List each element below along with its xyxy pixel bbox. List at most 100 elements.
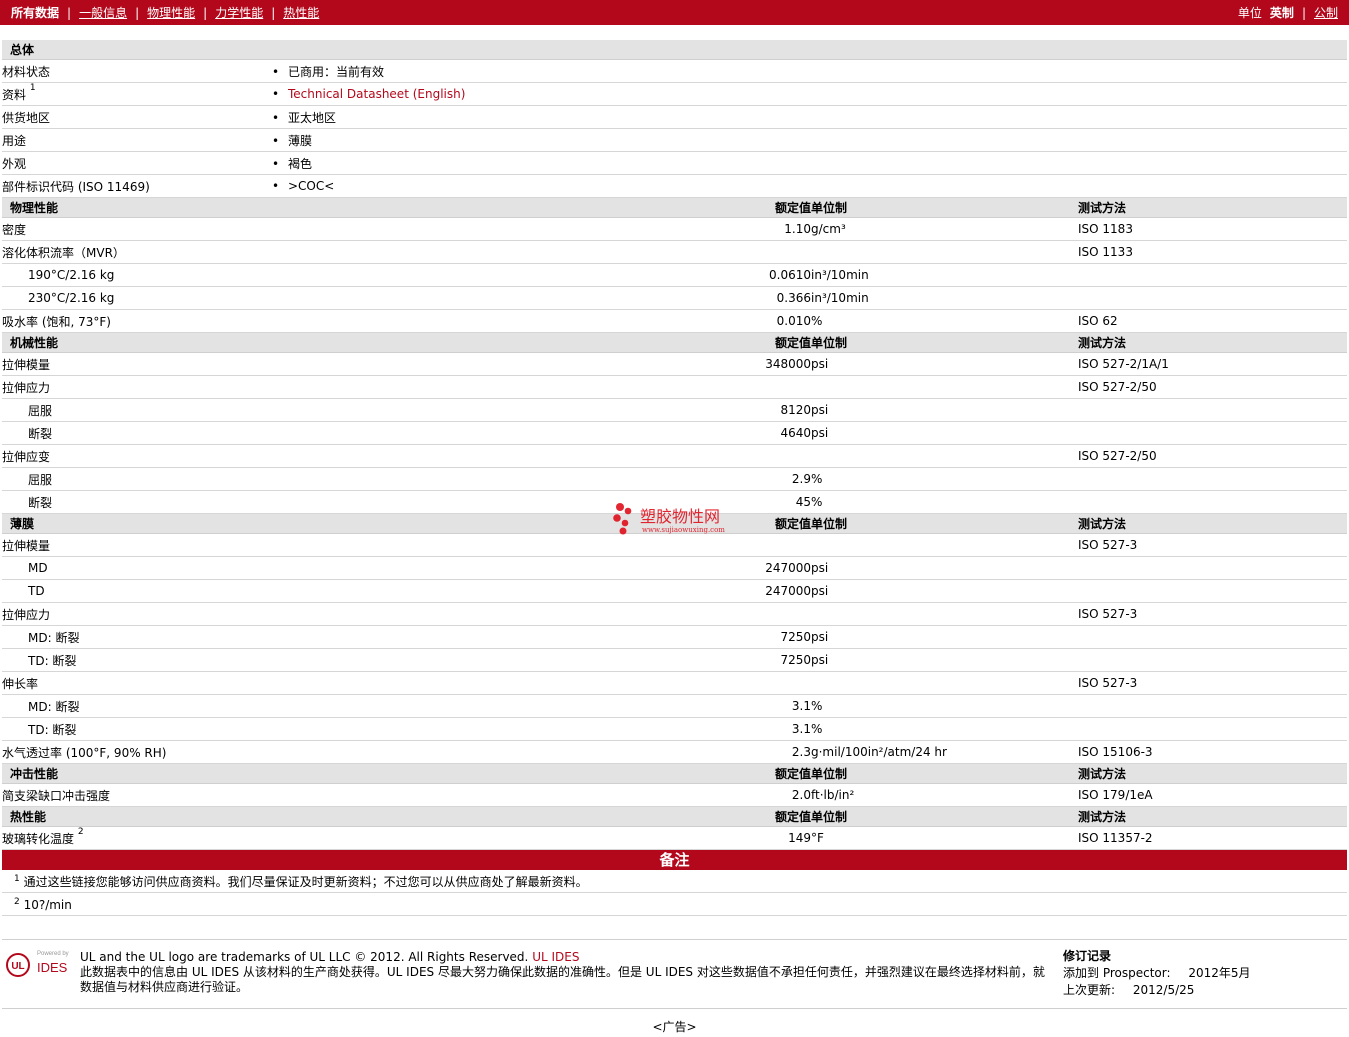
nav-link-general[interactable]: 一般信息: [79, 4, 127, 21]
ul-ides-logo: UL Powered by IDES: [6, 951, 69, 977]
nav-separator: |: [1301, 5, 1306, 20]
property-label: 断裂: [2, 490, 272, 514]
property-value: 247000: [272, 556, 811, 580]
column-header-method: 测试方法: [1078, 332, 1348, 353]
property-unit: in³/10min: [811, 286, 1078, 310]
test-method: ISO 11357-2: [1078, 826, 1348, 850]
watermark-logo: 塑胶物性网 www.sujiaowuxing.com: [613, 503, 725, 535]
column-header-unit: 单位制: [811, 197, 1078, 218]
property-row: TD: 断裂 3.1%: [2, 717, 1348, 741]
property-row: 拉伸模量 ISO 527-3: [2, 533, 1348, 557]
row-value: • 薄膜: [272, 128, 1348, 152]
property-unit: psi: [811, 625, 1078, 649]
watermark-url: www.sujiaowuxing.com: [642, 526, 725, 534]
general-row: 供货地区 • 亚太地区: [2, 105, 1348, 129]
test-method: [1078, 556, 1348, 580]
property-unit: [811, 602, 1078, 626]
watermark-dot: [613, 514, 621, 522]
property-label: 简支梁缺口冲击强度: [2, 783, 272, 807]
property-unit: g/cm³: [811, 217, 1078, 241]
property-unit: °F: [811, 826, 1078, 850]
property-value: 2.9: [272, 467, 811, 491]
property-label: 屈服: [2, 398, 272, 422]
section-header-mechanical: 机械性能 额定值 单位制 测试方法: [2, 332, 1348, 353]
property-label-text: MD: 断裂: [28, 699, 80, 714]
property-value: [272, 240, 811, 264]
nav-link-thermal[interactable]: 热性能: [283, 4, 319, 21]
nav-link-physical[interactable]: 物理性能: [147, 4, 195, 21]
test-method: [1078, 625, 1348, 649]
property-label-text: 拉伸模量: [2, 357, 51, 372]
test-method: [1078, 263, 1348, 287]
property-label-text: 玻璃转化温度: [2, 831, 75, 846]
unit-metric-link[interactable]: 公制: [1314, 4, 1338, 21]
note-text: 10?/min: [23, 898, 72, 912]
property-row: 简支梁缺口冲击强度 2.0 ft·lb/in² ISO 179/1eA: [2, 783, 1348, 807]
property-row: 190°C/2.16 kg 0.0610 in³/10min: [2, 263, 1348, 287]
test-method: [1078, 694, 1348, 718]
test-method: [1078, 490, 1348, 514]
column-header-method: 测试方法: [1078, 806, 1348, 827]
general-row: 材料状态 • 已商用：当前有效: [2, 59, 1348, 83]
test-method: ISO 527-3: [1078, 533, 1348, 557]
property-value: [272, 375, 811, 399]
revision-history: 修订记录 添加到 Prospector: 2012年5月 上次更新: 2012/…: [1063, 948, 1251, 999]
datasheet-link[interactable]: Technical Datasheet (English): [288, 87, 465, 101]
unit-label: 单位: [1237, 6, 1262, 20]
property-unit: [811, 671, 1078, 695]
nav-all-data: 所有数据: [11, 6, 60, 20]
row-label-text: 用途: [2, 133, 27, 148]
property-label-text: 拉伸应力: [2, 380, 51, 395]
note-item: 1 通过这些链接您能够访问供应商资料。我们尽量保证及时更新资料；不过您可以从供应…: [2, 871, 1347, 893]
nav-separator: |: [271, 5, 276, 20]
property-row: 断裂 4640 psi: [2, 421, 1348, 445]
property-label-text: 断裂: [28, 426, 53, 441]
row-value: • 褐色: [272, 151, 1348, 175]
property-label-text: 伸长率: [2, 676, 39, 691]
property-value: 0.366: [272, 286, 811, 310]
property-label-text: 溶化体积流率（MVR）: [2, 245, 125, 260]
test-method: ISO 527-2/1A/1: [1078, 352, 1348, 376]
property-value: 247000: [272, 579, 811, 603]
property-label: MD: [2, 556, 272, 580]
property-unit: psi: [811, 352, 1078, 376]
ul-ides-link[interactable]: UL IDES: [532, 950, 579, 964]
watermark-dot: [624, 507, 632, 515]
property-unit: %: [811, 490, 1078, 514]
property-label: 拉伸应变: [2, 444, 272, 468]
property-label-text: TD: [28, 584, 45, 598]
test-method: ISO 527-3: [1078, 671, 1348, 695]
bullet-icon: •: [272, 133, 280, 148]
row-label: 资料 1: [2, 82, 272, 106]
property-value: 7250: [272, 625, 811, 649]
section-header-impact: 冲击性能 额定值 单位制 测试方法: [2, 763, 1348, 784]
column-header-nominal: 额定值: [272, 806, 811, 827]
property-label: 190°C/2.16 kg: [2, 263, 272, 287]
column-header-unit: 单位制: [811, 763, 1078, 784]
property-label-text: 拉伸应变: [2, 449, 51, 464]
property-row: MD: 断裂 7250 psi: [2, 625, 1348, 649]
property-label: 断裂: [2, 421, 272, 445]
test-method: ISO 527-3: [1078, 602, 1348, 626]
bullet-icon: •: [272, 156, 280, 171]
property-unit: %: [811, 309, 1078, 333]
top-nav-bar: 所有数据 | 一般信息 | 物理性能 | 力学性能 | 热性能 单位 英制 | …: [0, 0, 1349, 25]
property-label-text: TD: 断裂: [28, 722, 77, 737]
watermark-dot: [619, 527, 627, 535]
nav-link-mechanical[interactable]: 力学性能: [215, 4, 263, 21]
property-unit: psi: [811, 421, 1078, 445]
property-label: 伸长率: [2, 671, 272, 695]
revision-title: 修订记录: [1063, 949, 1112, 963]
unit-english: 英制: [1269, 6, 1294, 20]
row-value-text: 褐色: [288, 156, 313, 171]
property-row: 吸水率 (饱和, 73°F) 0.010% ISO 62: [2, 309, 1348, 333]
section-title: 薄膜: [2, 513, 272, 534]
property-row: 溶化体积流率（MVR） ISO 1133: [2, 240, 1348, 264]
row-label: 材料状态: [2, 59, 272, 83]
note-number: 2: [14, 897, 20, 907]
property-value: 8120: [272, 398, 811, 422]
property-unit: psi: [811, 579, 1078, 603]
row-value-text: >COC<: [288, 179, 335, 193]
column-header-nominal: 额定值: [272, 332, 811, 353]
test-method: ISO 15106-3: [1078, 740, 1348, 764]
